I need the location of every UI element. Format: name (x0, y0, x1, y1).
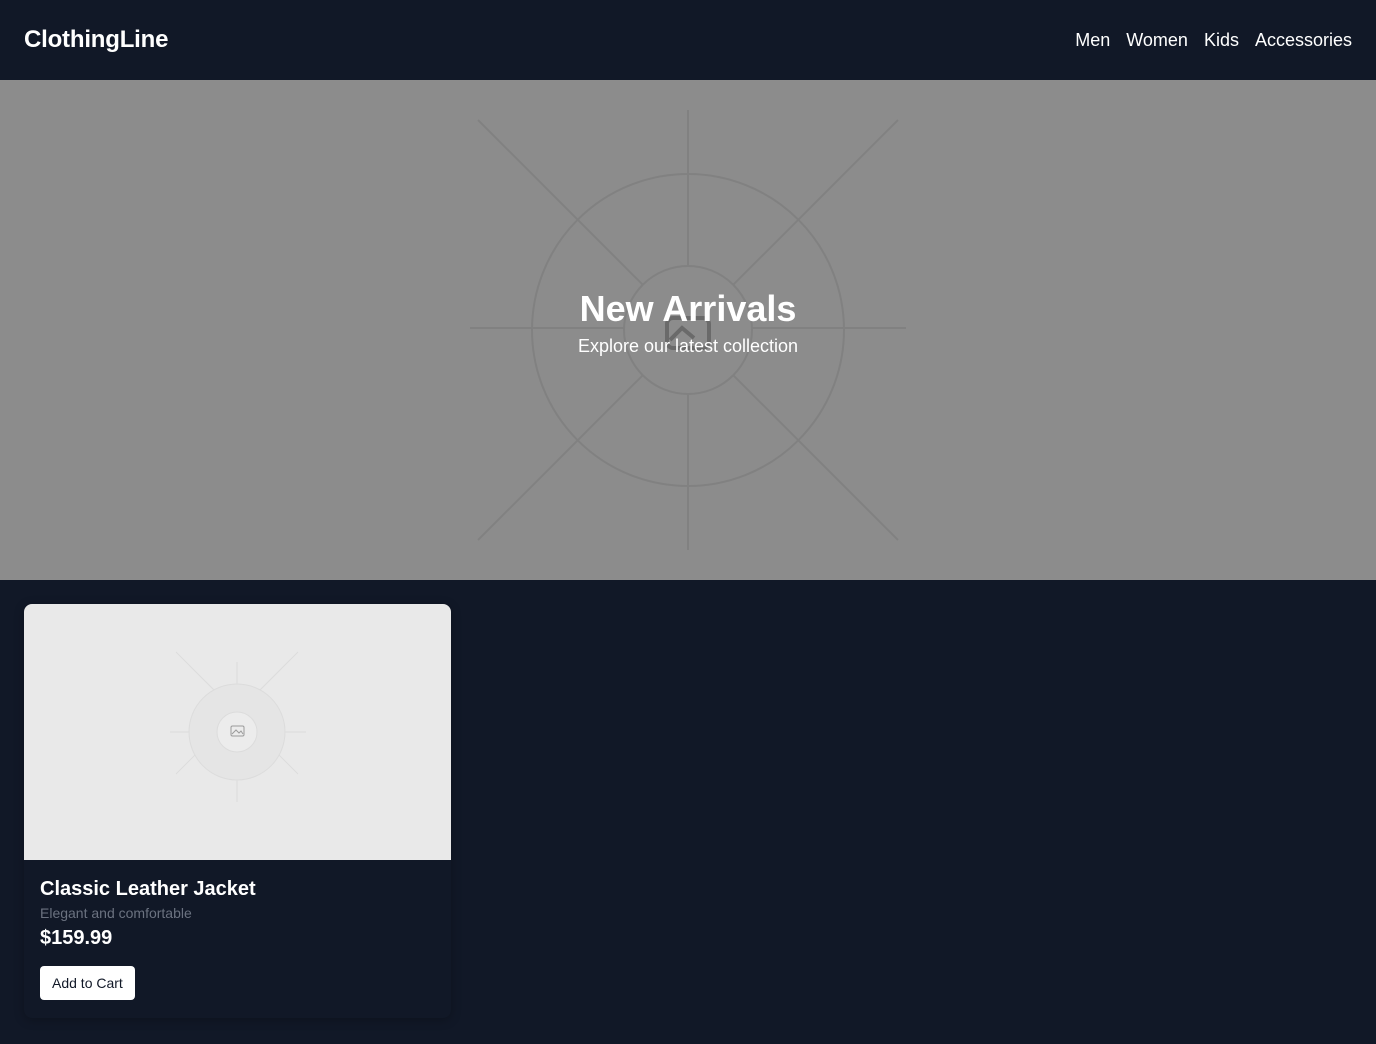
hero-banner: New Arrivals Explore our latest collecti… (0, 80, 1376, 580)
main-nav: Men Women Kids Accessories (1075, 30, 1352, 51)
hero-content: New Arrivals Explore our latest collecti… (0, 80, 1376, 580)
nav-link-men[interactable]: Men (1075, 30, 1110, 51)
nav-link-kids[interactable]: Kids (1204, 30, 1239, 51)
site-header: ClothingLine Men Women Kids Accessories (0, 0, 1376, 80)
hero-subtitle: Explore our latest collection (577, 336, 799, 357)
image-placeholder-icon (170, 651, 306, 802)
hero-title: New Arrivals (579, 287, 797, 329)
product-info: Classic Leather Jacket Elegant and comfo… (24, 860, 451, 1016)
product-image[interactable] (24, 604, 451, 860)
product-name[interactable]: Classic Leather Jacket (40, 878, 435, 901)
nav-link-accessories[interactable]: Accessories (1255, 30, 1352, 51)
nav-link-women[interactable]: Women (1126, 30, 1188, 51)
product-card[interactable]: Classic Leather Jacket Elegant and comfo… (24, 604, 451, 1018)
product-price: $159.99 (40, 927, 113, 949)
product-description: Elegant and comfortable (40, 905, 192, 921)
brand-logo[interactable]: ClothingLine (24, 26, 168, 54)
add-to-cart-button[interactable]: Add to Cart (40, 966, 135, 1000)
